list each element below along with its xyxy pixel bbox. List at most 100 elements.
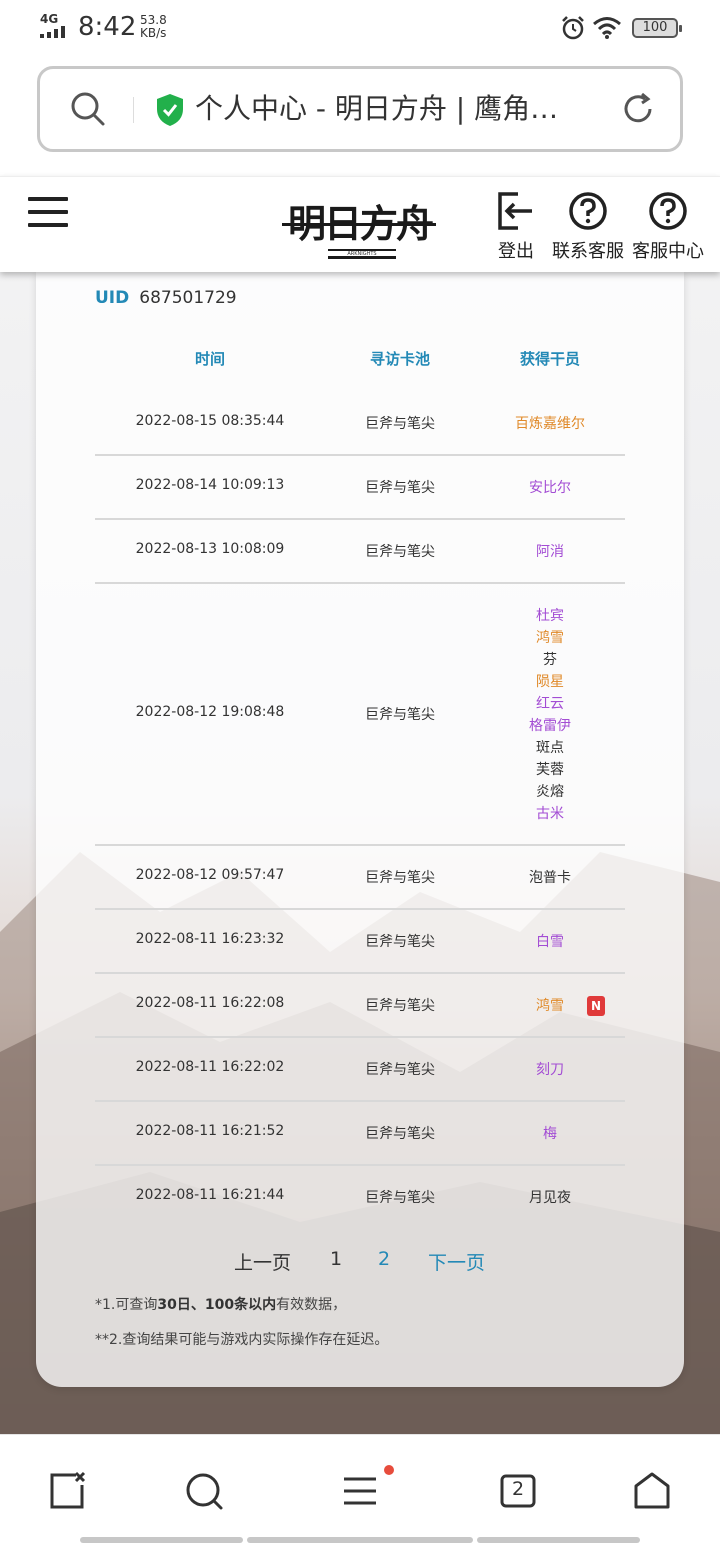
divider: [133, 97, 134, 123]
operator-name: 梅: [543, 1126, 557, 1142]
page-title[interactable]: 个人中心 - 明日方舟 | 鹰角…: [195, 89, 585, 129]
search-icon[interactable]: [184, 1471, 224, 1511]
operator-name: 安比尔: [529, 480, 571, 496]
row-time: 2022-08-15 08:35:44: [135, 413, 285, 429]
row-operators: 杜宾 鸿雪芬陨星 红云 格雷伊 斑点 芙蓉 炎熔 古米: [475, 605, 625, 825]
address-bar[interactable]: 个人中心 - 明日方舟 | 鹰角…: [37, 66, 683, 152]
table-row: 2022-08-11 16:21:52 巨斧与笔尖 梅: [95, 1102, 625, 1166]
row-time: 2022-08-11 16:23:32: [135, 931, 285, 947]
menu-icon[interactable]: [340, 1471, 380, 1511]
row-time: 2022-08-11 16:21:44: [135, 1187, 285, 1203]
page-1-button[interactable]: 1: [330, 1248, 342, 1270]
uid-value: 687501729: [139, 288, 237, 308]
row-operators: 梅: [475, 1123, 625, 1145]
row-time: 2022-08-12 09:57:47: [135, 867, 285, 883]
table-row: 2022-08-11 16:23:32 巨斧与笔尖 白雪: [95, 910, 625, 974]
note-1: *1.可查询30日、100条以内有效数据，: [95, 1297, 347, 1313]
row-pool: 巨斧与笔尖: [365, 870, 435, 886]
network-speed: 53.8 KB/s: [140, 14, 167, 40]
operator-name: 杜宾: [536, 608, 564, 624]
row-pool: 巨斧与笔尖: [365, 480, 435, 496]
service-center-label: 客服中心: [632, 241, 704, 262]
contact-service-label: 联系客服: [552, 241, 624, 262]
logout-button[interactable]: 登出: [494, 191, 538, 263]
gesture-bar-center[interactable]: [247, 1537, 473, 1543]
operator-name: 格雷伊: [529, 718, 571, 734]
home-icon[interactable]: [632, 1471, 672, 1511]
tabs-button[interactable]: 2: [498, 1471, 538, 1511]
operator-name: 古米: [536, 806, 564, 822]
status-bar: 4G 8:42 53.8 KB/s 100: [0, 0, 720, 56]
row-time: 2022-08-13 10:08:09: [135, 541, 285, 557]
column-time: 时间: [194, 350, 225, 368]
row-pool: 巨斧与笔尖: [365, 998, 435, 1014]
notification-dot: [384, 1465, 394, 1475]
battery-icon: 100: [632, 18, 682, 38]
operator-name: 阿消: [536, 544, 564, 560]
row-operators: 月见夜: [475, 1187, 625, 1209]
row-pool: 巨斧与笔尖: [365, 1062, 435, 1078]
row-time: 2022-08-11 16:22:08: [135, 995, 285, 1011]
uid-label: UID: [95, 288, 130, 308]
uid-display: UID 687501729: [95, 288, 237, 308]
row-time: 2022-08-14 10:09:13: [135, 477, 285, 493]
speed-unit: KB/s: [140, 26, 167, 40]
operator-name: 红云: [536, 696, 564, 712]
operator-name: 白雪: [536, 934, 564, 950]
logout-icon: [498, 192, 532, 230]
contact-service-button[interactable]: 联系客服: [548, 191, 628, 263]
pagination: 上一页 1 2 下一页: [36, 1248, 684, 1274]
row-time: 2022-08-12 19:08:48: [135, 704, 285, 720]
row-operators: 安比尔: [475, 477, 625, 499]
gesture-bar-left: [80, 1537, 243, 1543]
search-icon[interactable]: [70, 91, 106, 127]
operator-name: 鸿雪: [536, 630, 564, 646]
row-operators: 刻刀: [475, 1059, 625, 1081]
row-pool: 巨斧与笔尖: [365, 544, 435, 560]
service-center-button[interactable]: 客服中心: [628, 191, 708, 263]
row-operators: 白雪: [475, 931, 625, 953]
column-operator: 获得干员: [519, 350, 580, 368]
operator-name: 陨星: [536, 674, 564, 690]
row-pool: 巨斧与笔尖: [365, 1126, 435, 1142]
close-tab-icon[interactable]: [48, 1471, 88, 1511]
reload-icon[interactable]: [620, 91, 656, 127]
menu-icon[interactable]: [28, 197, 68, 229]
wifi-icon: [593, 17, 621, 39]
operator-name: 芙蓉: [536, 762, 564, 778]
operator-name: 泡普卡: [529, 870, 571, 886]
table-row: 2022-08-14 10:09:13 巨斧与笔尖 安比尔: [95, 456, 625, 520]
alarm-icon: [562, 16, 584, 40]
operator-name: 刻刀: [536, 1062, 564, 1078]
row-pool: 巨斧与笔尖: [365, 934, 435, 950]
new-badge: N: [587, 996, 605, 1016]
row-operators: 百炼嘉维尔: [475, 413, 625, 435]
gesture-bar-right: [477, 1537, 640, 1543]
table-row: 2022-08-11 16:22:08 巨斧与笔尖 鸿雪 N: [95, 974, 625, 1038]
row-operators: 阿消: [475, 541, 625, 563]
page-2-button[interactable]: 2: [378, 1248, 390, 1270]
table-header: 时间 寻访卡池 获得干员: [95, 348, 625, 372]
operator-name: 斑点: [536, 740, 564, 756]
gacha-history-card: UID 687501729 时间 寻访卡池 获得干员 2022-08-15 08:…: [36, 272, 684, 1387]
column-pool: 寻访卡池: [369, 350, 430, 368]
arknights-logo[interactable]: 明日方舟 ARKNIGHTS: [280, 187, 440, 263]
help-icon: [569, 192, 607, 230]
table-row: 2022-08-11 16:22:02 巨斧与笔尖 刻刀: [95, 1038, 625, 1102]
signal-icon: [40, 26, 65, 38]
row-operators: 泡普卡: [475, 867, 625, 889]
network-type: 4G: [40, 12, 59, 26]
next-page-button[interactable]: 下一页: [428, 1248, 485, 1275]
row-pool: 巨斧与笔尖: [365, 707, 435, 723]
prev-page-button[interactable]: 上一页: [234, 1248, 291, 1275]
table-row: 2022-08-12 09:57:47 巨斧与笔尖 泡普卡: [95, 846, 625, 910]
table-row: 2022-08-11 16:21:44 巨斧与笔尖 月见夜: [95, 1166, 625, 1230]
browser-bottom-nav: 2: [0, 1434, 720, 1544]
table-row: 2022-08-13 10:08:09 巨斧与笔尖 阿消: [95, 520, 625, 584]
row-pool: 巨斧与笔尖: [365, 1190, 435, 1206]
shield-check-icon: [157, 94, 183, 126]
table-row: 2022-08-15 08:35:44 巨斧与笔尖 百炼嘉维尔: [95, 392, 625, 456]
tab-count: 2: [511, 1478, 525, 1500]
help-icon: [649, 192, 687, 230]
row-time: 2022-08-11 16:21:52: [135, 1123, 285, 1139]
